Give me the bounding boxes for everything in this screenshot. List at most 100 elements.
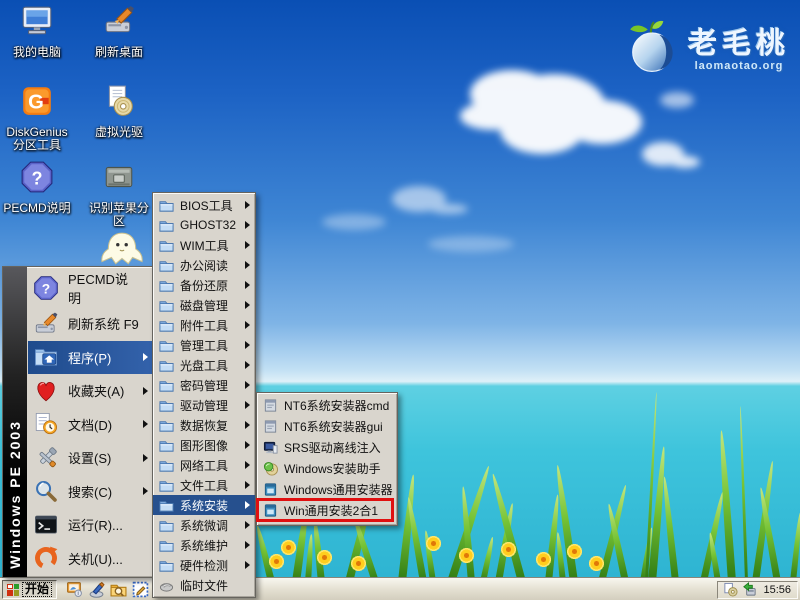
svg-text:?: ? xyxy=(31,168,42,188)
start-menu-item-2[interactable]: 刷新系统 F9 xyxy=(28,307,153,341)
submenu-arrow-icon xyxy=(245,561,250,569)
programs-item-4[interactable]: 办公阅读 xyxy=(153,255,255,275)
menu-item-label: 办公阅读 xyxy=(180,257,228,274)
programs-item-19[interactable]: 硬件检测 xyxy=(153,555,255,575)
folder-icon xyxy=(159,538,174,553)
run-icon xyxy=(33,512,59,538)
folder-icon xyxy=(159,398,174,413)
start-menu-item-8[interactable]: 运行(R)... xyxy=(28,508,153,542)
desktop-screen: 老毛桃 laomaotao.org 我的电脑刷新桌面GDiskGenius分区工… xyxy=(0,0,800,600)
start-menu-item-6[interactable]: 设置(S) xyxy=(28,441,153,475)
shell-icon xyxy=(159,578,174,593)
laomaotao-logo: 老毛桃 laomaotao.org xyxy=(626,18,790,74)
folder-icon xyxy=(159,438,174,453)
programs-item-1[interactable]: BIOS工具 xyxy=(153,195,255,215)
virtual-drive-icon[interactable] xyxy=(723,582,738,597)
submenu-arrow-icon xyxy=(245,201,250,209)
programs-item-13[interactable]: 图形图像 xyxy=(153,435,255,455)
help-icon: ? xyxy=(33,275,59,301)
start-button[interactable]: 开始 xyxy=(2,580,57,599)
svg-text:?: ? xyxy=(42,281,50,297)
programs-item-16[interactable]: 系统安装 xyxy=(153,495,255,515)
desktop-icon-5[interactable]: ?PECMD说明 xyxy=(2,160,72,215)
folder-icon xyxy=(159,258,174,273)
install-item-1[interactable]: NT6系统安装器cmd xyxy=(257,395,397,416)
search-icon xyxy=(33,478,59,504)
file-search-icon[interactable] xyxy=(110,581,127,598)
programs-item-9[interactable]: 光盘工具 xyxy=(153,355,255,375)
install-item-3[interactable]: SRS驱动离线注入 xyxy=(257,437,397,458)
desktop-icon-6[interactable]: 识别苹果分区 xyxy=(84,160,154,228)
desktop-icon-4[interactable]: 虚拟光驱 xyxy=(84,84,154,139)
start-menu-item-4[interactable]: 收藏夹(A) xyxy=(28,374,153,408)
banner-text: Windows PE 2003 xyxy=(7,420,23,569)
monitor-dark-icon xyxy=(263,440,278,455)
menu-item-label: 设置(S) xyxy=(68,448,111,467)
install-item-5[interactable]: Windows通用安装器 xyxy=(257,479,397,500)
programs-item-17[interactable]: 系统微调 xyxy=(153,515,255,535)
programs-submenu: BIOS工具GHOST32WIM工具办公阅读备份还原磁盘管理附件工具管理工具光盘… xyxy=(152,192,256,598)
submenu-arrow-icon xyxy=(245,361,250,369)
cloud xyxy=(642,142,684,166)
submenu-arrow-icon xyxy=(245,521,250,529)
submenu-arrow-icon xyxy=(245,341,250,349)
menu-item-label: 文件工具 xyxy=(180,477,228,494)
logo-site: laomaotao.org xyxy=(688,60,790,72)
programs-item-7[interactable]: 附件工具 xyxy=(153,315,255,335)
menu-item-label: 刷新系统 F9 xyxy=(68,314,139,333)
install-item-6[interactable]: Win通用安装2合1 xyxy=(257,500,397,521)
start-menu-item-1[interactable]: ?PECMD说明 xyxy=(28,269,153,307)
desktop-icon-2[interactable]: 刷新桌面 xyxy=(84,4,154,59)
desktop-icon-1[interactable]: 我的电脑 xyxy=(2,4,72,59)
folder-home-icon xyxy=(33,344,59,370)
hdd-icon xyxy=(102,160,136,194)
programs-item-18[interactable]: 系统维护 xyxy=(153,535,255,555)
menu-item-label: SRS驱动离线注入 xyxy=(284,439,381,456)
menu-item-label: 系统安装 xyxy=(180,497,228,514)
display-properties-icon[interactable] xyxy=(66,581,83,598)
programs-item-20[interactable]: 临时文件 xyxy=(153,575,255,595)
diskgenius-icon: G xyxy=(20,84,54,118)
logo-title: 老毛桃 xyxy=(688,20,790,62)
desktop-icon-3[interactable]: GDiskGenius分区工具 xyxy=(2,84,72,152)
desktop-paint-icon[interactable] xyxy=(88,581,105,598)
menu-item-label: 临时文件 xyxy=(180,577,228,594)
app-blue-icon xyxy=(263,482,278,497)
programs-item-2[interactable]: GHOST32 xyxy=(153,215,255,235)
submenu-arrow-icon xyxy=(245,301,250,309)
submenu-arrow-icon xyxy=(143,454,148,462)
submenu-arrow-icon xyxy=(245,281,250,289)
desktop-icon-label: 识别苹果分区 xyxy=(84,202,154,228)
start-menu-item-9[interactable]: 关机(U)... xyxy=(28,542,153,576)
menu-item-label: 系统维护 xyxy=(180,537,228,554)
folder-icon xyxy=(159,198,174,213)
start-menu-item-5[interactable]: 文档(D) xyxy=(28,408,153,442)
start-menu-item-3[interactable]: 程序(P) xyxy=(28,341,153,375)
menu-item-label: 系统微调 xyxy=(180,517,228,534)
programs-item-14[interactable]: 网络工具 xyxy=(153,455,255,475)
folder-icon xyxy=(159,498,174,513)
tools-icon xyxy=(33,445,59,471)
start-menu-items: ?PECMD说明刷新系统 F9 程序(P)收藏夹(A)文档(D) 设置(S) 搜索(C… xyxy=(27,267,154,577)
programs-item-15[interactable]: 文件工具 xyxy=(153,475,255,495)
cloud xyxy=(392,186,446,212)
submenu-arrow-icon xyxy=(245,261,250,269)
menu-item-label: 数据恢复 xyxy=(180,417,228,434)
menu-item-label: 驱动管理 xyxy=(180,397,228,414)
programs-item-6[interactable]: 磁盘管理 xyxy=(153,295,255,315)
start-menu-item-7[interactable]: 搜索(C) xyxy=(28,475,153,509)
programs-item-10[interactable]: 密码管理 xyxy=(153,375,255,395)
menu-item-label: 图形图像 xyxy=(180,437,228,454)
programs-item-12[interactable]: 数据恢复 xyxy=(153,415,255,435)
folder-icon xyxy=(159,518,174,533)
programs-item-5[interactable]: 备份还原 xyxy=(153,275,255,295)
install-item-4[interactable]: Windows安装助手 xyxy=(257,458,397,479)
programs-item-3[interactable]: WIM工具 xyxy=(153,235,255,255)
screen-edit-icon[interactable] xyxy=(132,581,149,598)
programs-item-8[interactable]: 管理工具 xyxy=(153,335,255,355)
remove-hardware-icon[interactable] xyxy=(742,582,757,597)
menu-item-label: NT6系统安装器gui xyxy=(284,418,383,435)
programs-item-11[interactable]: 驱动管理 xyxy=(153,395,255,415)
install-item-2[interactable]: NT6系统安装器gui xyxy=(257,416,397,437)
refresh-icon xyxy=(102,4,136,38)
